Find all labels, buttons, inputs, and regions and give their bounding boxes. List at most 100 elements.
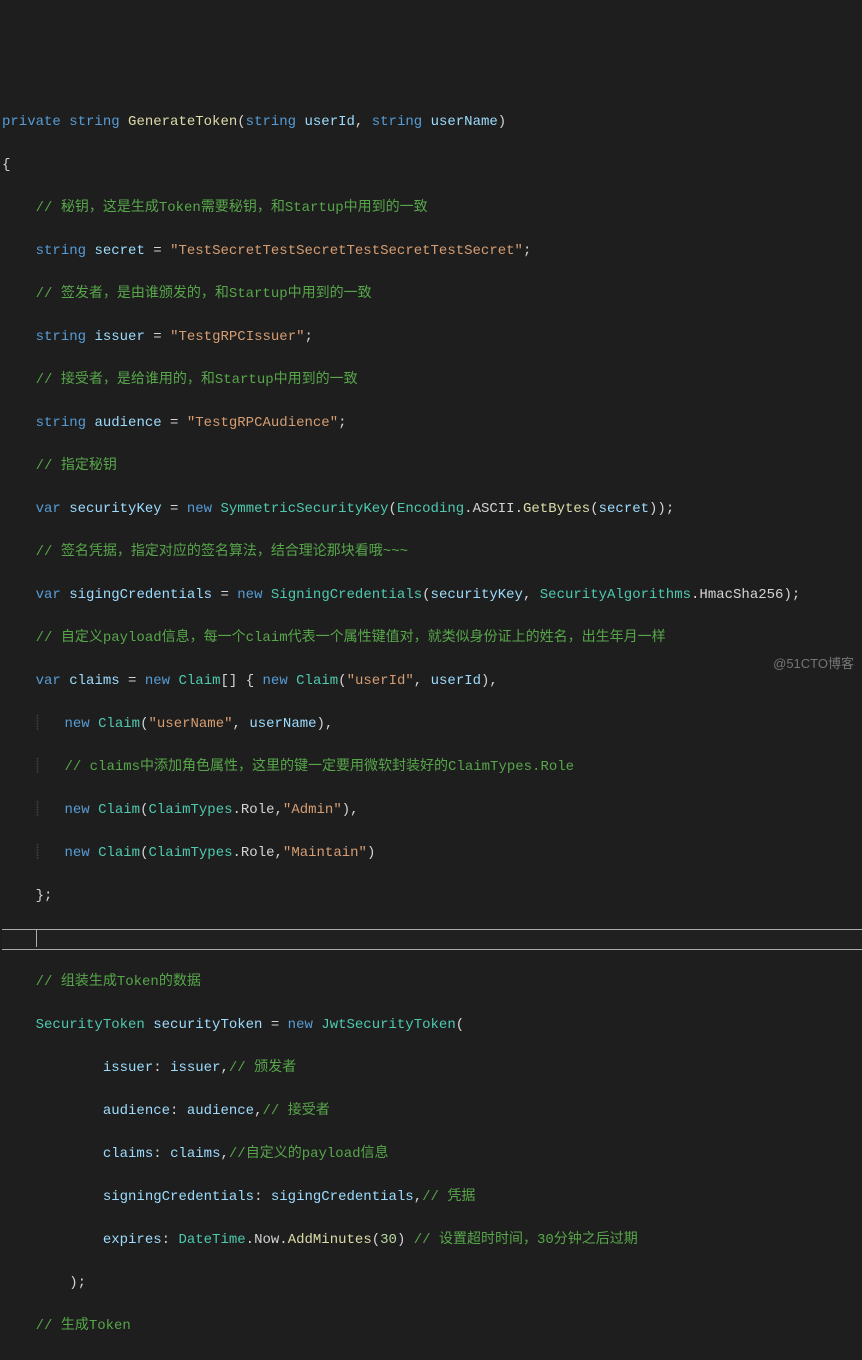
watermark: @51CTO博客 (773, 653, 854, 675)
named-param: audience (103, 1103, 170, 1119)
class-name: Claim (179, 673, 221, 689)
keyword-string: string (36, 243, 86, 259)
code-line: ⸽ new Claim(ClaimTypes.Role,"Admin"), (2, 800, 862, 822)
var-ref: secret (599, 501, 649, 517)
var-claims: claims (69, 673, 119, 689)
comment: // 设置超时时间，30分钟之后过期 (414, 1232, 638, 1248)
string-literal: "Admin" (283, 802, 342, 818)
keyword-new: new (64, 716, 89, 732)
code-line: string audience = "TestgRPCAudience"; (2, 413, 862, 435)
class-name: Claim (98, 802, 140, 818)
keyword-new: new (187, 501, 212, 517)
class-name: SymmetricSecurityKey (221, 501, 389, 517)
named-param: issuer (103, 1060, 153, 1076)
var-secret: secret (94, 243, 144, 259)
named-param: claims (103, 1146, 153, 1162)
var-ref: sigingCredentials (271, 1189, 414, 1205)
keyword-new: new (237, 587, 262, 603)
code-line: ⸽ new Claim(ClaimTypes.Role,"Maintain") (2, 843, 862, 865)
code-editor[interactable]: private string GenerateToken(string user… (0, 90, 862, 1360)
code-line: }; (2, 886, 862, 908)
code-line: ⸽ // claims中添加角色属性，这里的键一定要用微软封装好的ClaimTy… (2, 757, 862, 779)
keyword-new: new (288, 1017, 313, 1033)
var-securitykey: securityKey (69, 501, 161, 517)
comment: // 凭据 (422, 1189, 475, 1205)
code-line: // 签名凭据，指定对应的签名算法，结合理论那块看哦~~~ (2, 542, 862, 564)
class-name: Claim (98, 845, 140, 861)
param-type: string (372, 114, 422, 130)
keyword-new: new (145, 673, 170, 689)
named-param: expires (103, 1232, 162, 1248)
class-name: ClaimTypes (148, 802, 232, 818)
code-line: ); (2, 1273, 862, 1295)
class-name: Claim (98, 716, 140, 732)
code-line: string secret = "TestSecretTestSecretTes… (2, 241, 862, 263)
param-name: userName (431, 114, 498, 130)
text-cursor (36, 930, 38, 947)
code-line: audience: audience,// 接受者 (2, 1101, 862, 1123)
method-call: GetBytes (523, 501, 590, 517)
code-line: // 组装生成Token的数据 (2, 972, 862, 994)
property: ASCII (473, 501, 515, 517)
code-line: // 接受者，是给谁用的，和Startup中用到的一致 (2, 370, 862, 392)
comment: // 接受者，是给谁用的，和Startup中用到的一致 (36, 372, 358, 388)
keyword-new: new (263, 673, 288, 689)
keyword-private: private (2, 114, 61, 130)
method-name: GenerateToken (128, 114, 237, 130)
comment: // 组装生成Token的数据 (36, 974, 201, 990)
keyword-new: new (64, 802, 89, 818)
property: Role (241, 802, 275, 818)
var-ref: userId (431, 673, 481, 689)
named-param: signingCredentials (103, 1189, 254, 1205)
keyword-new: new (64, 845, 89, 861)
code-line: // 指定秘钥 (2, 456, 862, 478)
string-literal: "userId" (347, 673, 414, 689)
keyword-string: string (36, 415, 86, 431)
method-call: AddMinutes (288, 1232, 372, 1248)
code-line: private string GenerateToken(string user… (2, 112, 862, 134)
keyword-var: var (36, 587, 61, 603)
class-name: SecurityAlgorithms (540, 587, 691, 603)
var-ref: userName (249, 716, 316, 732)
comment: // claims中添加角色属性，这里的键一定要用微软封装好的ClaimType… (64, 759, 574, 775)
keyword-string: string (69, 114, 119, 130)
var-signing: sigingCredentials (69, 587, 212, 603)
var-securitytoken: securityToken (153, 1017, 262, 1033)
var-issuer: issuer (94, 329, 144, 345)
code-line: issuer: issuer,// 颁发者 (2, 1058, 862, 1080)
param-type: string (246, 114, 296, 130)
code-line: var sigingCredentials = new SigningCrede… (2, 585, 862, 607)
comment: // 接受者 (262, 1103, 329, 1119)
class-name: SigningCredentials (271, 587, 422, 603)
code-line: var securityKey = new SymmetricSecurityK… (2, 499, 862, 521)
class-name: Encoding (397, 501, 464, 517)
comment: // 颁发者 (229, 1060, 296, 1076)
var-ref: issuer (170, 1060, 220, 1076)
param-name: userId (305, 114, 355, 130)
comment: // 指定秘钥 (36, 458, 117, 474)
code-line: { (2, 155, 862, 177)
comment: // 生成Token (36, 1318, 131, 1334)
property: Role (241, 845, 275, 861)
code-line: var claims = new Claim[] { new Claim("us… (2, 671, 862, 693)
code-line: string issuer = "TestgRPCIssuer"; (2, 327, 862, 349)
comment: //自定义的payload信息 (229, 1146, 389, 1162)
class-name: Claim (296, 673, 338, 689)
brace-open: { (2, 157, 10, 173)
class-name: SecurityToken (36, 1017, 145, 1033)
property: Now (254, 1232, 279, 1248)
keyword-string: string (36, 329, 86, 345)
var-audience: audience (94, 415, 161, 431)
code-line: expires: DateTime.Now.AddMinutes(30) // … (2, 1230, 862, 1252)
property: HmacSha256 (699, 587, 783, 603)
code-line: // 生成Token (2, 1316, 862, 1338)
code-line: SecurityToken securityToken = new JwtSec… (2, 1015, 862, 1037)
var-ref: audience (187, 1103, 254, 1119)
keyword-var: var (36, 501, 61, 517)
keyword-var: var (36, 673, 61, 689)
class-name: DateTime (178, 1232, 245, 1248)
comment: // 秘钥，这是生成Token需要秘钥，和Startup中用到的一致 (36, 200, 428, 216)
code-line-cursor[interactable] (2, 929, 862, 951)
comment: // 签发者，是由谁颁发的，和Startup中用到的一致 (36, 286, 372, 302)
code-line: // 秘钥，这是生成Token需要秘钥，和Startup中用到的一致 (2, 198, 862, 220)
